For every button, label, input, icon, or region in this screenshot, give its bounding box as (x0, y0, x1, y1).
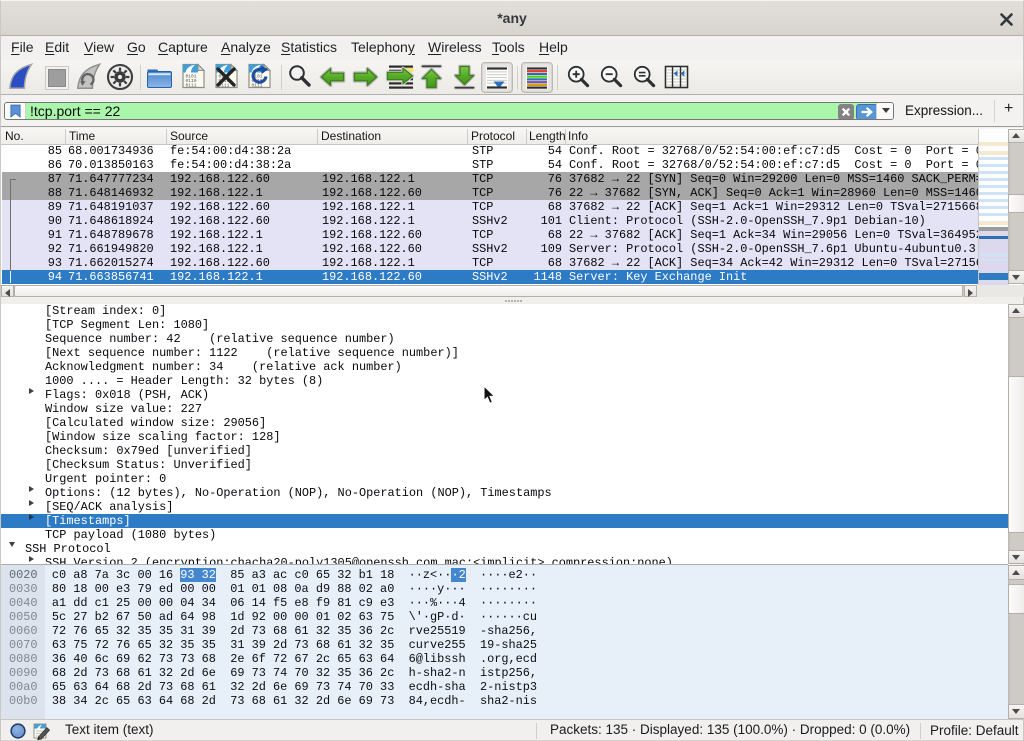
svg-text:0111: 0111 (186, 83, 197, 89)
